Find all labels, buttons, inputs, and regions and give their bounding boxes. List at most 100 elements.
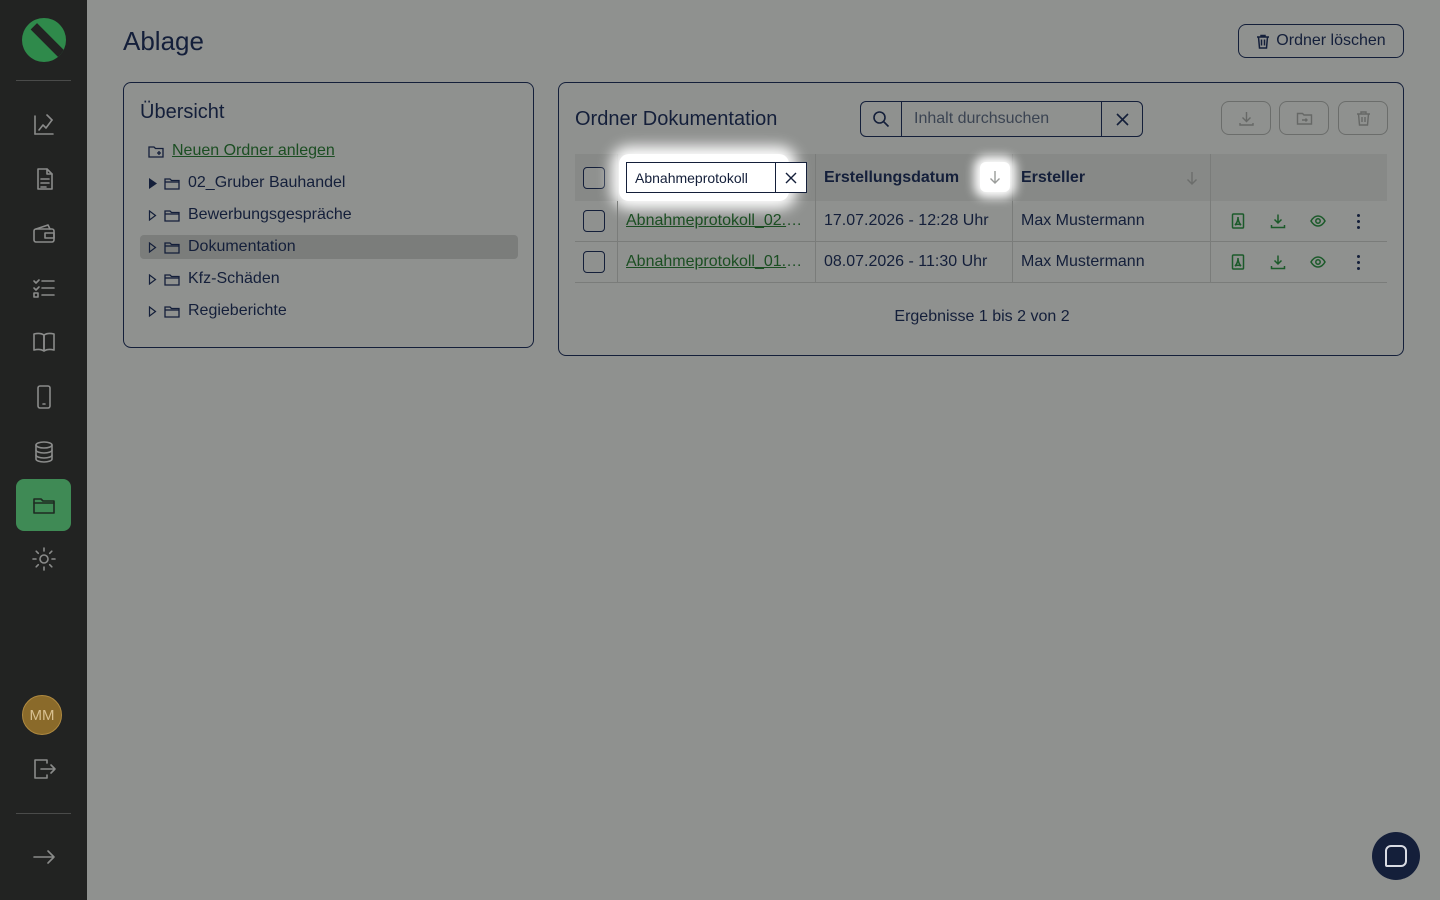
select-all-checkbox[interactable] [583,166,605,189]
download-icon [1270,214,1286,229]
new-folder-link[interactable]: Neuen Ordner anlegen [172,142,335,160]
tree-item-label: Dokumentation [188,238,296,255]
tree-item-bewerbung[interactable]: Bewerbungsgespräche [140,203,518,227]
column-divider [1210,201,1211,241]
arrow-down-icon [990,171,1000,184]
sidebar-item-edit[interactable] [16,98,71,150]
mobile-icon [36,385,51,409]
clear-search-button[interactable] [1101,102,1142,136]
sidebar-item-tasks[interactable] [16,262,71,314]
folder-icon [164,209,180,222]
overview-panel: Übersicht Neuen Ordner anlegen 02_Gruber… [123,82,534,348]
tree-item-regie[interactable]: Regieberichte [140,299,518,323]
more-actions-button[interactable] [1357,201,1361,241]
download-button[interactable] [1270,201,1286,241]
search-button[interactable] [861,102,902,136]
column-divider [617,242,618,282]
expand-toggle[interactable] [140,241,164,253]
folder-icon [164,305,180,318]
expand-toggle[interactable] [140,177,164,189]
sidebar-item-database[interactable] [16,426,71,478]
avatar[interactable]: MM [22,695,62,735]
content-search [860,101,1143,137]
pdf-icon [1231,254,1245,270]
kebab-icon [1357,213,1361,229]
name-filter-input[interactable] [627,163,775,192]
row-select-cell [583,242,605,282]
chat-button[interactable] [1372,832,1420,880]
expand-sidebar-button[interactable] [16,831,71,883]
folder-icon [32,498,55,514]
name-filter [626,162,807,193]
table-header: Erstellungsdatum Ersteller [575,154,1387,201]
download-button[interactable] [1270,242,1286,282]
tree-item-label: Regieberichte [188,302,287,319]
download-selected-button[interactable] [1221,101,1271,135]
sidebar-divider [16,80,71,81]
pdf-button[interactable] [1230,242,1246,282]
sort-author-button[interactable] [1186,154,1198,201]
expand-toggle[interactable] [140,273,164,285]
app-logo[interactable] [22,18,66,62]
tree-item-gruber[interactable]: 02_Gruber Bauhandel [140,171,518,195]
logout-icon [33,759,56,779]
arrow-down-icon [1187,171,1197,185]
sidebar-item-handbook[interactable] [16,316,71,368]
tree-item-label: Bewerbungsgespräche [188,206,352,223]
preview-button[interactable] [1310,201,1326,241]
expand-toggle[interactable] [140,305,164,317]
name-cell: Abnahmeprotokoll_01.pdf [626,242,804,282]
wallet-icon [32,224,55,243]
tree-item-kfz[interactable]: Kfz-Schäden [140,267,518,291]
sidebar-item-documents[interactable] [16,153,71,205]
expand-toggle[interactable] [140,209,164,221]
close-icon [785,172,797,183]
close-icon [1115,112,1129,126]
search-input[interactable] [902,102,1101,136]
select-all-cell [583,154,605,201]
download-icon [1270,255,1286,270]
folder-icon [164,273,180,286]
sidebar-item-mobile[interactable] [16,371,71,423]
folder-move-icon [1296,112,1312,125]
new-folder-icon [148,145,164,158]
column-divider [617,154,618,201]
delete-folder-label: Ordner löschen [1276,32,1386,49]
column-header-created[interactable]: Erstellungsdatum [824,154,959,201]
pdf-button[interactable] [1230,201,1246,241]
caret-right-icon [148,209,156,221]
database-icon [34,441,53,463]
sidebar-item-wallet[interactable] [16,208,71,260]
tree-item-label: Kfz-Schäden [188,270,280,287]
trash-icon [1356,110,1370,126]
sort-created-button[interactable] [980,162,1010,192]
sidebar-item-settings[interactable] [16,533,71,585]
sidebar: MM [0,0,87,900]
column-header-author[interactable]: Ersteller [1021,154,1085,201]
documents-panel: Ordner Dokumentation Inhalt durchsuchen … [558,82,1404,356]
column-divider [1012,154,1013,201]
column-divider [815,201,816,241]
delete-selected-button[interactable] [1338,101,1388,135]
folder-icon [164,177,180,190]
chat-bubble-icon [1385,845,1407,867]
preview-button[interactable] [1310,242,1326,282]
trash-icon [1257,34,1270,49]
clear-filter-button[interactable] [775,163,806,192]
move-selected-button[interactable] [1279,101,1329,135]
document-link[interactable]: Abnahmeprotokoll_01.pdf [626,253,804,271]
row-checkbox[interactable] [583,210,605,232]
page-title: Ablage [123,26,204,56]
column-divider [617,201,618,241]
documents-title: Ordner Dokumentation [575,108,778,130]
tree-item-dokumentation[interactable]: Dokumentation [140,235,518,259]
author-cell: Max Mustermann [1021,212,1145,229]
sidebar-item-files[interactable] [16,479,71,531]
document-link[interactable]: Abnahmeprotokoll_02.pdf [626,212,804,230]
column-divider [815,242,816,282]
delete-folder-button[interactable]: Ordner löschen [1238,24,1404,58]
row-checkbox[interactable] [583,251,605,273]
more-actions-button[interactable] [1357,242,1361,282]
caret-right-filled-icon [148,177,157,189]
logout-button[interactable] [16,743,71,795]
